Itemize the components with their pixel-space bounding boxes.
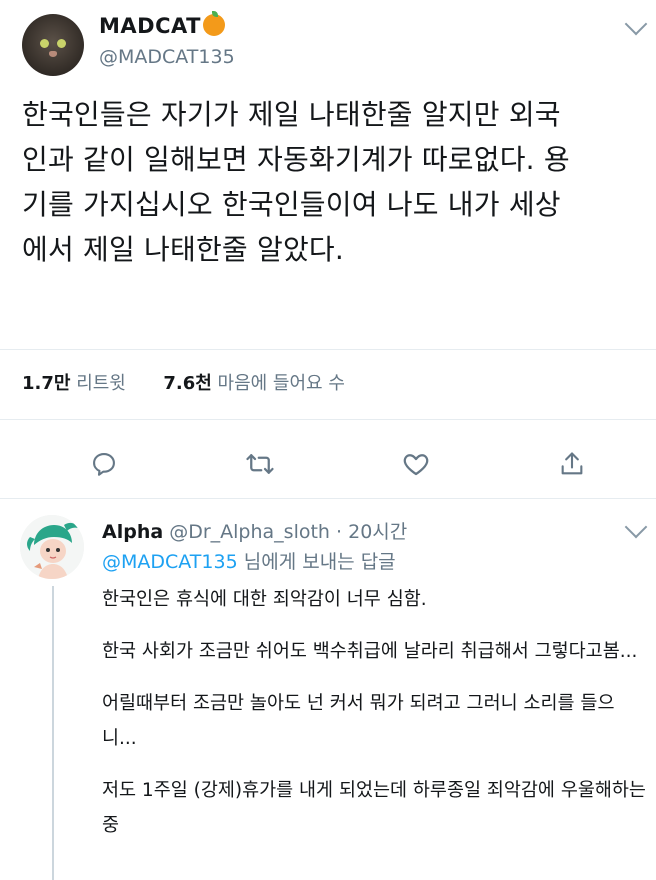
like-count[interactable]: 7.6천 — [163, 373, 211, 394]
anime-avatar-image — [20, 515, 84, 579]
divider — [0, 349, 656, 350]
divider — [0, 498, 656, 499]
like-label[interactable]: 마음에 들어요 수 — [218, 373, 345, 394]
reply-button[interactable] — [84, 444, 124, 484]
share-button[interactable] — [552, 444, 592, 484]
reply-timestamp[interactable]: · 20시간 — [336, 521, 407, 543]
reply-display-name[interactable]: Alpha — [102, 521, 163, 543]
thread-line — [52, 586, 54, 880]
orange-icon — [202, 11, 225, 36]
user-handle[interactable]: @MADCAT135 — [99, 46, 235, 68]
divider — [0, 419, 656, 420]
avatar[interactable] — [22, 14, 84, 76]
reply-paragraph: 한국인은 휴식에 대한 죄악감이 너무 심함. — [102, 589, 427, 610]
retweet-label[interactable]: 리트윗 — [76, 373, 126, 394]
replying-to-suffix: 님에게 보내는 답글 — [243, 551, 396, 573]
tweet-stats: 1.7만 리트윗 7.6천 마음에 들어요 수 — [22, 369, 345, 395]
share-icon — [561, 452, 583, 475]
replying-to-handle[interactable]: @MADCAT135 — [102, 551, 238, 573]
like-button[interactable] — [396, 444, 436, 484]
reply-paragraph: 한국 사회가 조금만 쉬어도 백수취급에 날라리 취급해서 그렇다고봄... — [102, 641, 638, 662]
reply-text: 한국인은 휴식에 대한 죄악감이 너무 심함. 한국 사회가 조금만 쉬어도 백… — [102, 582, 647, 860]
reply-handle[interactable]: @Dr_Alpha_sloth — [169, 521, 330, 543]
cat-eye — [40, 39, 49, 48]
retweet-button[interactable] — [240, 444, 280, 484]
reply-avatar[interactable] — [20, 515, 84, 579]
tweet-text: 한국인들은 자기가 제일 나태한줄 알지만 외국 인과 같이 일해보면 자동화기… — [22, 98, 570, 266]
display-name-text: MADCAT — [99, 14, 201, 38]
reply-icon — [93, 453, 115, 476]
chevron-down-icon[interactable] — [624, 515, 648, 539]
reply-paragraph: 저도 1주일 (강제)휴가를 내게 되었는데 하루종일 죄악감에 우울해하는중 — [102, 780, 646, 836]
replying-to: @MADCAT135 님에게 보내는 답글 — [102, 547, 396, 574]
cat-nose — [49, 51, 57, 57]
reply-paragraph: 어릴때부터 조금만 놀아도 넌 커서 뭐가 되려고 그러니 소리를 들으니... — [102, 693, 615, 749]
cat-eye — [57, 39, 66, 48]
display-name[interactable]: MADCAT — [99, 11, 225, 38]
reply-header: Alpha @Dr_Alpha_sloth · 20시간 — [102, 517, 407, 544]
heart-icon — [403, 454, 429, 476]
retweet-count[interactable]: 1.7만 — [22, 373, 70, 394]
retweet-icon — [246, 454, 274, 474]
chevron-down-icon[interactable] — [624, 12, 648, 36]
